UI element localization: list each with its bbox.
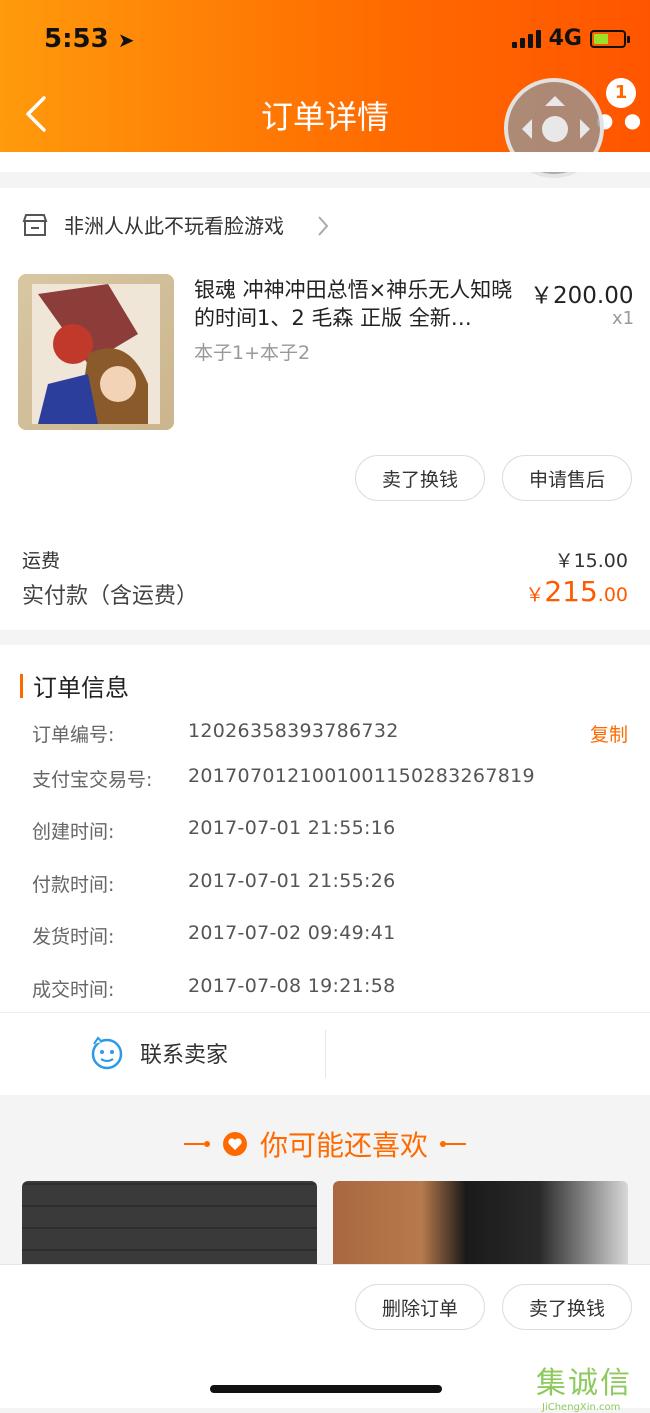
shop-name: 非洲人从此不玩看脸游戏 [64, 214, 284, 238]
contact-seller-button[interactable]: 联系卖家 [90, 1036, 228, 1070]
copy-button[interactable]: 复制 [590, 720, 628, 747]
shipping-label: 运费 [22, 550, 61, 572]
recommend-item-image[interactable] [333, 1181, 628, 1271]
order-info-heading: 订单信息 [20, 668, 129, 703]
heart-icon [222, 1132, 247, 1156]
delete-order-button[interactable]: 删除订单 [355, 1284, 485, 1330]
message-badge: 1 [606, 78, 636, 108]
product-spec: 本子1+本子2 [194, 342, 311, 364]
shipped-time-value: 2017-07-02 09:49:41 [188, 922, 396, 944]
paid-label: 实付款（含运费） [22, 584, 199, 609]
watermark: 集诚信 JiChengXin.com [536, 1366, 632, 1413]
chevron-right-icon [316, 214, 330, 242]
completed-time-label: 成交时间: [32, 979, 115, 1001]
product-price: ￥200.00 [530, 283, 634, 309]
sell-button-bottom[interactable]: 卖了换钱 [502, 1284, 632, 1330]
created-time-value: 2017-07-01 21:55:16 [188, 817, 396, 839]
contact-divider [325, 1030, 326, 1078]
signal-icon [511, 29, 541, 48]
shipped-time-label: 发货时间: [32, 926, 115, 948]
battery-icon [590, 29, 630, 48]
header-strip [0, 152, 650, 172]
shop-link[interactable]: 非洲人从此不玩看脸游戏 [22, 210, 284, 239]
network-label: 4G [548, 26, 582, 51]
recommend-heading: 你可能还喜欢 [0, 1124, 650, 1164]
order-number-value: 12026358393786732 [188, 720, 399, 742]
shipping-value: ￥15.00 [554, 550, 628, 572]
chat-face-icon [91, 1036, 123, 1070]
product-qty: x1 [612, 308, 635, 329]
alipay-trade-value: 2017070121001001150283267819 [188, 765, 535, 787]
product-thumbnail[interactable] [18, 274, 174, 430]
order-number-label: 订单编号: [32, 724, 115, 746]
paid-time-value: 2017-07-01 21:55:26 [188, 870, 396, 892]
status-indicators: 4G [511, 26, 630, 51]
paid-time-label: 付款时间: [32, 874, 115, 896]
store-icon [22, 213, 48, 236]
after-sale-button[interactable]: 申请售后 [502, 455, 632, 501]
paid-amount: ￥215.00 [525, 575, 628, 608]
divider [0, 1012, 650, 1013]
status-time: 5:53 ➤ [44, 24, 135, 54]
completed-time-value: 2017-07-08 19:21:58 [188, 975, 396, 997]
sell-button[interactable]: 卖了换钱 [355, 455, 485, 501]
product-title[interactable]: 银魂 冲神冲田总悟×神乐无人知晓的时间1、2 毛森 正版 全新… [194, 276, 514, 332]
alipay-trade-label: 支付宝交易号: [32, 769, 153, 791]
home-indicator[interactable] [210, 1385, 442, 1393]
recommend-item-image[interactable] [22, 1181, 317, 1271]
created-time-label: 创建时间: [32, 821, 115, 843]
